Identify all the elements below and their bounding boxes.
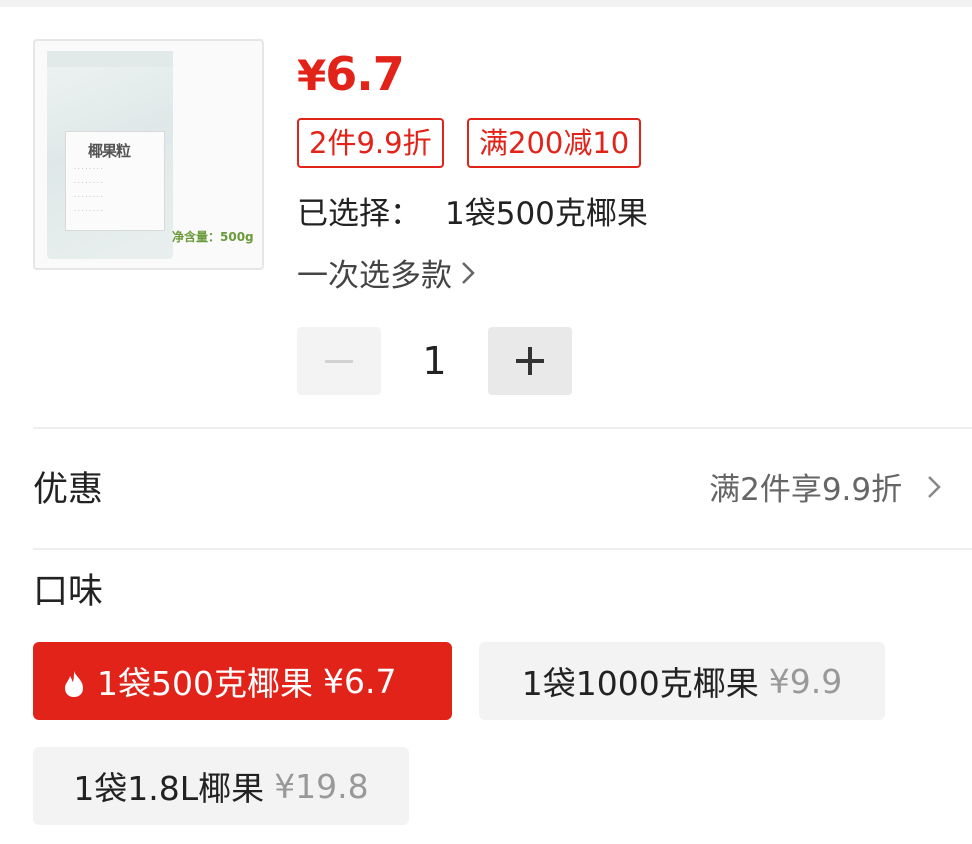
chevron-right-icon [460,254,476,298]
flavor-option-500g[interactable]: 1袋500克椰果 ¥6.7 [33,642,452,720]
flame-icon [63,667,85,697]
multi-select-label: 一次选多款 [297,258,452,294]
selected-value: 1袋500克椰果 [445,196,648,232]
product-price: ¥6.7 [297,47,405,101]
product-net-weight: 净含量：500g [172,230,254,244]
product-label: 椰果粒 · · · · · · · · · · · · · · · · · · … [65,131,165,231]
quantity-value[interactable]: 1 [381,327,488,395]
flavor-option-name: 1袋1.8L椰果 [73,769,265,808]
multi-select-link[interactable]: 一次选多款 [297,254,476,298]
chevron-right-icon [916,472,942,508]
minus-icon [325,359,353,363]
promo-value-text: 满2件享9.9折 [709,472,903,508]
promo-section-title: 优惠 [33,470,104,510]
flavor-option-name: 1袋1000克椰果 [521,664,759,703]
promo-tag-discount: 2件9.9折 [297,118,444,168]
divider [33,427,972,429]
promo-tag-full-reduction: 满200减10 [467,118,642,168]
quantity-increase-button[interactable] [488,327,572,395]
promo-row[interactable]: 满2件享9.9折 [709,467,942,513]
flavor-option-1000g[interactable]: 1袋1000克椰果 ¥9.9 [479,642,885,720]
divider [33,548,972,550]
flavor-section-title: 口味 [33,572,104,612]
selected-spec: 已选择： 1袋500克椰果 [297,192,648,236]
flavor-option-1-8l[interactable]: 1袋1.8L椰果 ¥19.8 [33,747,409,825]
selected-label: 已选择： [297,196,421,232]
flavor-option-price: ¥6.7 [322,661,397,701]
top-strip [0,0,972,7]
flavor-option-price: ¥9.9 [768,661,843,701]
quantity-decrease-button[interactable] [297,327,381,395]
product-brand-text: 椰果粒 [88,142,131,160]
flavor-option-price: ¥19.8 [274,766,369,806]
flavor-option-name: 1袋500克椰果 [97,664,313,703]
product-thumbnail[interactable]: 椰果粒 · · · · · · · · · · · · · · · · · · … [33,39,264,270]
